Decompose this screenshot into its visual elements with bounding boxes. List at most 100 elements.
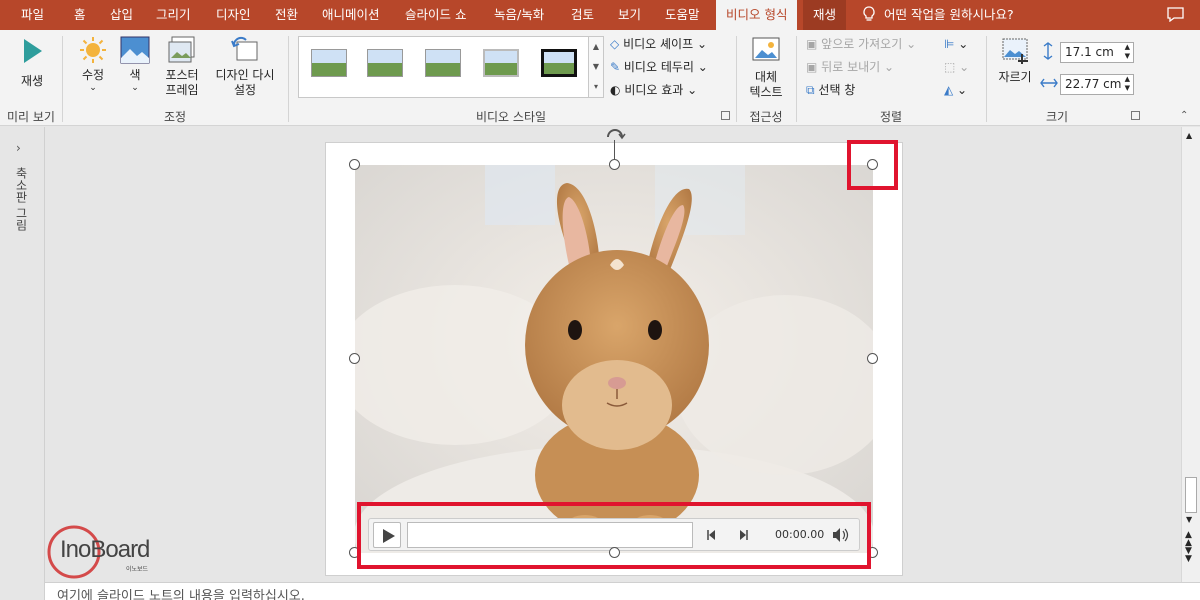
rotate-handle-icon[interactable] — [604, 127, 626, 141]
video-effects-button[interactable]: ◐ 비디오 효과 ⌄ — [610, 80, 697, 100]
alt-text-label-1: 대체 — [754, 70, 778, 84]
notes-pane[interactable]: 여기에 슬라이드 노트의 내용을 입력하십시오. — [45, 582, 1200, 600]
tab-animations[interactable]: 애니메이션 — [322, 0, 380, 30]
rotate-icon: ◭ — [944, 83, 954, 97]
tab-playback[interactable]: 재생 — [803, 0, 847, 30]
size-launcher-icon[interactable] — [1131, 111, 1140, 120]
video-border-button[interactable]: ✎ 비디오 테두리 ⌄ — [610, 57, 708, 77]
style-thumb-5[interactable] — [541, 49, 577, 77]
crop-label: 자르기 — [998, 70, 1032, 84]
crop-button[interactable]: 자르기 — [994, 36, 1036, 85]
expand-pane-icon[interactable]: › — [16, 141, 21, 155]
thumbnail-pane-label[interactable]: 축소판 그림 — [13, 167, 30, 231]
style-thumb-1[interactable] — [311, 49, 347, 77]
selection-pane-button[interactable]: ⧉ 선택 창 — [806, 80, 855, 100]
video-effects-label: 비디오 효과 — [624, 83, 684, 97]
rotate-handle-line — [614, 140, 615, 160]
watermark-brand: InoBoard — [60, 536, 150, 563]
selection-pane-label: 선택 창 — [818, 83, 856, 97]
scroll-up-icon[interactable]: ▲ — [1186, 131, 1192, 140]
poster-frame-icon — [168, 36, 195, 63]
tab-transitions[interactable]: 전환 — [275, 0, 298, 30]
tab-file[interactable]: 파일 — [21, 0, 44, 30]
thumbnail-pane: › 축소판 그림 — [0, 127, 45, 600]
tell-me-text: 어떤 작업을 원하시나요? — [884, 7, 1014, 22]
bring-forward-button[interactable]: ▣ 앞으로 가져오기 ⌄ — [806, 34, 916, 54]
tab-recording[interactable]: 녹음/녹화 — [494, 0, 544, 30]
next-slide-icon[interactable]: ▼ ▼ — [1185, 547, 1192, 564]
corrections-button[interactable]: 수정 ⌄ — [74, 36, 112, 93]
align-icon: ⊫ — [944, 37, 955, 51]
video-shape-button[interactable]: ◇ 비디오 셰이프 ⌄ — [610, 34, 707, 54]
selection-pane-icon: ⧉ — [806, 83, 815, 97]
styles-launcher-icon[interactable] — [721, 111, 730, 120]
group-button[interactable]: ⬚ ⌄ — [944, 57, 969, 77]
vertical-scrollbar[interactable]: ▲ ▼ ▲ ▲ ▼ ▼ — [1181, 127, 1200, 582]
spin-arrows-icon[interactable]: ▲ ▼ — [1125, 43, 1130, 61]
chevron-down-icon: ⌄ — [89, 83, 97, 93]
resize-handle-right[interactable] — [867, 353, 878, 364]
height-field[interactable]: 17.1 cm ▲ ▼ — [1060, 42, 1134, 63]
video-frame[interactable] — [355, 165, 873, 553]
style-thumb-4[interactable] — [483, 49, 519, 77]
play-preview-button[interactable]: 재생 — [12, 38, 52, 89]
poster-frame-label-1: 포스터 — [165, 68, 199, 82]
inoboard-watermark: InoBoard 이노보드 — [46, 524, 166, 580]
alt-text-button[interactable]: 대체 텍스트 — [742, 36, 790, 100]
lightbulb-icon — [863, 6, 875, 21]
color-button[interactable]: 색 ⌄ — [118, 36, 152, 93]
group-label-adjust: 조정 — [163, 110, 187, 124]
rotate-button[interactable]: ◭ ⌄ — [944, 80, 967, 100]
corrections-label: 수정 — [81, 68, 105, 82]
effects-icon: ◐ — [610, 83, 621, 97]
scroll-down-icon[interactable]: ▼ — [1186, 515, 1192, 524]
width-field[interactable]: 22.77 cm ▲ ▼ — [1060, 74, 1134, 95]
bring-forward-icon: ▣ — [806, 37, 818, 51]
poster-frame-label-2: 프레임 — [165, 83, 199, 97]
picture-color-icon — [120, 36, 150, 64]
resize-handle-top-left[interactable] — [349, 159, 360, 170]
height-value: 17.1 cm — [1065, 45, 1114, 59]
comments-icon[interactable] — [1167, 7, 1184, 22]
reset-design-icon — [231, 36, 258, 61]
watermark-sub: 이노보드 — [126, 566, 149, 573]
scroll-thumb[interactable] — [1185, 477, 1197, 513]
reset-design-label-1: 디자인 다시 — [215, 68, 275, 82]
group-label-accessibility: 접근성 — [749, 110, 783, 124]
group-label-size: 크기 — [1045, 110, 1069, 124]
video-shape-label: 비디오 셰이프 — [623, 37, 694, 51]
tab-review[interactable]: 검토 — [571, 0, 594, 30]
height-icon — [1043, 42, 1053, 60]
resize-handle-left[interactable] — [349, 353, 360, 364]
resize-handle-top[interactable] — [609, 159, 620, 170]
notes-placeholder: 여기에 슬라이드 노트의 내용을 입력하십시오. — [57, 589, 305, 600]
align-button[interactable]: ⊫ ⌄ — [944, 34, 968, 54]
tab-home[interactable]: 홈 — [74, 0, 86, 30]
tab-slideshow[interactable]: 슬라이드 쇼 — [405, 0, 466, 30]
tab-design[interactable]: 디자인 — [216, 0, 251, 30]
poster-frame-button[interactable]: 포스터 프레임 — [156, 36, 208, 98]
spin-arrows-icon[interactable]: ▲ ▼ — [1125, 75, 1130, 93]
tell-me-box[interactable]: 어떤 작업을 원하시나요? — [862, 0, 1014, 30]
video-border-label: 비디오 테두리 — [623, 60, 694, 74]
collapse-ribbon-icon[interactable]: ⌃ — [1180, 110, 1188, 121]
style-thumb-2[interactable] — [367, 49, 403, 77]
send-backward-button[interactable]: ▣ 뒤로 보내기 ⌄ — [806, 57, 894, 77]
alt-text-icon — [752, 37, 780, 61]
tab-insert[interactable]: 삽입 — [110, 0, 133, 30]
ribbon: 재생 미리 보기 수정 ⌄ 색 ⌄ 포스터 프레임 디자인 다시 설정 조정 ▲… — [0, 30, 1200, 126]
crop-icon — [1002, 38, 1028, 64]
previous-slide-icon[interactable]: ▲ ▲ — [1185, 531, 1192, 548]
tab-view[interactable]: 보기 — [618, 0, 641, 30]
gallery-scroll[interactable]: ▲ ▼ ▾ — [588, 36, 604, 98]
video-shape-icon: ◇ — [610, 37, 620, 51]
tab-help[interactable]: 도움말 — [665, 0, 700, 30]
style-thumb-3[interactable] — [425, 49, 461, 77]
tab-video-format[interactable]: 비디오 형식 — [716, 0, 798, 30]
send-backward-label: 뒤로 보내기 — [821, 60, 881, 74]
video-styles-gallery[interactable] — [298, 36, 604, 98]
sun-icon — [80, 37, 106, 63]
reset-design-button[interactable]: 디자인 다시 설정 — [210, 36, 280, 98]
group-label-styles: 비디오 스타일 — [475, 110, 547, 124]
tab-draw[interactable]: 그리기 — [156, 0, 191, 30]
